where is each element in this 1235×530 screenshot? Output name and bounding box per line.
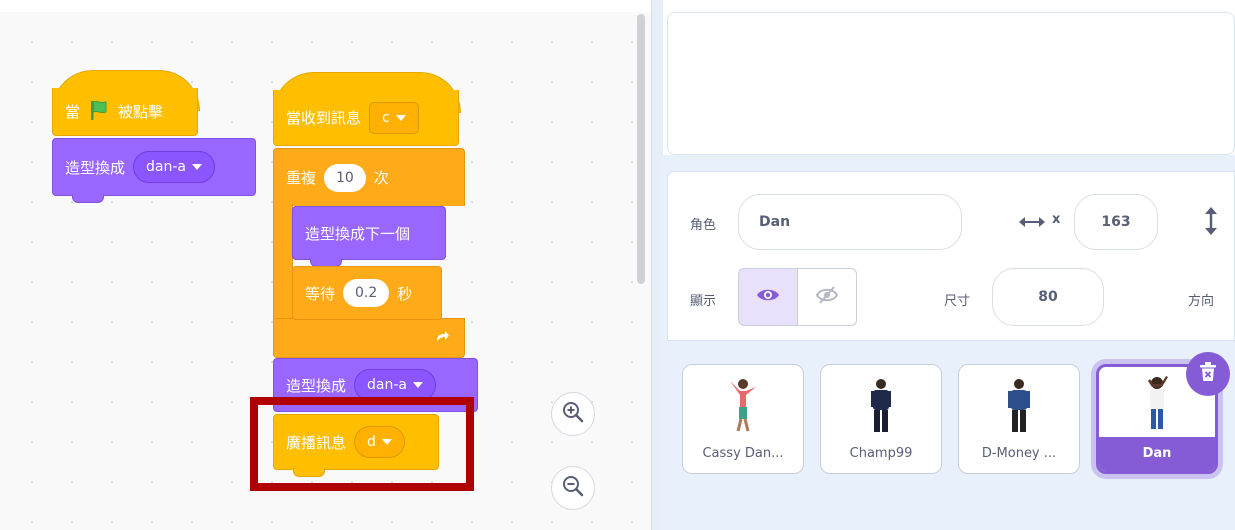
- sprite-name: Dan: [1142, 446, 1172, 461]
- wait-label: 等待: [305, 284, 336, 303]
- sprite-thumbnail: [871, 379, 891, 432]
- message-dropdown-value: c: [382, 109, 390, 126]
- sprite-name: D-Money ...: [981, 446, 1057, 461]
- sprite-tile-dmoney[interactable]: D-Money ...: [958, 364, 1080, 474]
- hat-suffix: 被點擊: [118, 103, 164, 121]
- switch-costume-label: 造型換成: [65, 158, 126, 177]
- message-dropdown-c[interactable]: c: [369, 101, 419, 134]
- wait-suffix: 秒: [397, 284, 413, 303]
- next-costume-label: 造型換成下一個: [305, 224, 411, 243]
- repeat-count-input[interactable]: 10: [324, 163, 366, 192]
- chevron-down-icon: [395, 114, 406, 121]
- x-position-value: 163: [1101, 214, 1131, 230]
- vertical-arrows-icon: [1204, 206, 1218, 240]
- next-costume-block[interactable]: 造型換成下一個: [292, 206, 446, 260]
- chevron-down-icon: [413, 382, 423, 388]
- sprite-thumbnail: [730, 379, 756, 432]
- repeat-block[interactable]: 重複 10 次: [273, 148, 465, 206]
- sprite-name-value: Dan: [759, 214, 791, 230]
- chevron-down-icon: [192, 164, 202, 170]
- switch-costume-block-1[interactable]: 造型換成 dan-a: [52, 138, 256, 196]
- loop-arrow-icon: [434, 328, 450, 348]
- sprite-name-input[interactable]: Dan: [738, 194, 962, 250]
- direction-label: 方向: [1188, 294, 1215, 309]
- sprite-thumbnail: [1008, 379, 1030, 432]
- sprite-name: Champ99: [849, 446, 913, 461]
- panel-divider: [651, 0, 663, 530]
- x-position-input[interactable]: 163: [1074, 194, 1158, 250]
- highlight-box: [250, 397, 474, 491]
- size-value: 80: [1038, 289, 1058, 305]
- sprite-tile-cassy[interactable]: Cassy Dan...: [682, 364, 804, 474]
- when-receive-block[interactable]: 當收到訊息 c: [273, 90, 459, 146]
- trash-icon: [1198, 361, 1218, 387]
- costume-dropdown-1[interactable]: dan-a: [133, 151, 215, 183]
- show-label: 顯示: [690, 294, 717, 309]
- repeat-block-foot: [273, 318, 465, 358]
- eye-icon: [756, 287, 780, 307]
- zoom-in-icon: [561, 400, 585, 428]
- code-area-scrollbar[interactable]: [637, 14, 645, 284]
- wait-block[interactable]: 等待 0.2 秒: [292, 266, 442, 320]
- size-input[interactable]: 80: [992, 268, 1104, 326]
- stage[interactable]: [667, 12, 1235, 155]
- wait-seconds-input[interactable]: 0.2: [343, 279, 390, 307]
- block-notch: [72, 194, 104, 203]
- hide-sprite-button[interactable]: [797, 268, 857, 326]
- x-label: x: [1052, 212, 1061, 227]
- when-flag-clicked-block[interactable]: 當 被點擊: [52, 88, 198, 136]
- sprite-thumbnail: [1148, 376, 1168, 429]
- switch-costume-label: 造型換成: [286, 376, 347, 395]
- repeat-label: 重複: [286, 169, 317, 187]
- delete-sprite-button[interactable]: [1186, 352, 1230, 396]
- zoom-in-button[interactable]: [551, 392, 595, 436]
- sprite-name: Cassy Dan...: [702, 446, 784, 461]
- zoom-out-icon: [561, 474, 585, 502]
- horizontal-arrows-icon: [1018, 214, 1046, 233]
- when-receive-label: 當收到訊息: [286, 109, 362, 127]
- hat-prefix: 當: [65, 103, 81, 121]
- show-sprite-button[interactable]: [738, 268, 798, 326]
- repeat-suffix: 次: [373, 169, 389, 187]
- size-label: 尺寸: [944, 294, 971, 309]
- costume-dropdown-value: dan-a: [146, 159, 186, 175]
- costume-dropdown-value: dan-a: [367, 377, 407, 393]
- green-flag-icon: [88, 99, 110, 125]
- sprite-tile-champ99[interactable]: Champ99: [820, 364, 942, 474]
- zoom-out-button[interactable]: [551, 466, 595, 510]
- sprite-label: 角色: [690, 218, 717, 233]
- eye-slash-icon: [815, 285, 839, 309]
